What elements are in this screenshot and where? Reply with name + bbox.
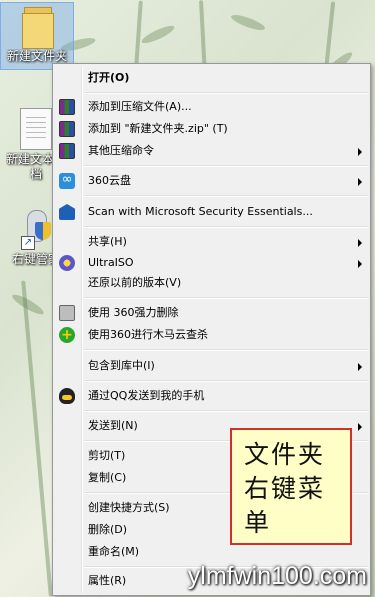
submenu-arrow-icon <box>358 363 362 371</box>
menu-item-label: 删除(D) <box>88 523 128 536</box>
menu-item-label: 使用 360强力删除 <box>88 306 179 319</box>
submenu-arrow-icon <box>358 239 362 247</box>
menu-item-label: 添加到 "新建文件夹.zip" (T) <box>88 122 228 135</box>
menu-item-label: 复制(C) <box>88 471 127 484</box>
submenu-arrow-icon <box>358 423 362 431</box>
ultraiso-icon <box>59 255 75 271</box>
menu-item-label: 打开(O) <box>88 71 130 84</box>
security-icon <box>59 204 75 220</box>
winrar-icon <box>59 99 75 115</box>
menu-item-label: 发送到(N) <box>88 419 138 432</box>
menu-separator <box>84 195 368 197</box>
menu-separator <box>84 226 368 228</box>
menu-item-label: 包含到库中(I) <box>88 359 155 372</box>
qq-icon <box>59 388 75 404</box>
menu-item-send-via-qq[interactable]: 通过QQ发送到我的手机 <box>55 385 368 407</box>
menu-separator <box>84 297 368 299</box>
mouse-shield-icon: ↗ <box>21 210 51 250</box>
menu-item-label: 剪切(T) <box>88 449 126 462</box>
menu-item-label: 其他压缩命令 <box>88 144 154 157</box>
menu-item-360-force-delete[interactable]: 使用 360强力删除 <box>55 302 368 324</box>
menu-item-add-to-zip[interactable]: 添加到 "新建文件夹.zip" (T) <box>55 118 368 140</box>
annotation-callout: 文件夹右键菜单 <box>230 428 352 545</box>
menu-item-label: 360云盘 <box>88 174 131 187</box>
watermark: ylmfwin100.com <box>187 562 367 590</box>
menu-item-ultraiso[interactable]: UltraISO <box>55 252 368 274</box>
360-antivirus-icon <box>59 324 75 346</box>
winrar-icon <box>59 121 75 137</box>
submenu-arrow-icon <box>358 260 362 268</box>
menu-item-label: Scan with Microsoft Security Essentials.… <box>88 205 313 218</box>
menu-separator <box>84 410 368 412</box>
menu-separator <box>84 349 368 351</box>
menu-item-label: 共享(H) <box>88 235 127 248</box>
menu-item-label: 使用360进行木马云查杀 <box>88 328 208 341</box>
menu-item-open[interactable]: 打开(O) <box>55 67 368 89</box>
menu-item-restore-previous[interactable]: 还原以前的版本(V) <box>55 272 368 294</box>
shredder-icon <box>59 305 75 321</box>
menu-item-include-in-library[interactable]: 包含到库中(I) <box>55 355 368 377</box>
cloud-icon <box>59 169 75 191</box>
menu-item-label: 创建快捷方式(S) <box>88 501 170 514</box>
text-document-icon <box>20 108 52 150</box>
menu-item-add-to-archive[interactable]: 添加到压缩文件(A)... <box>55 96 368 118</box>
desktop-icon-new-folder[interactable]: 新建文件夹 <box>0 2 74 70</box>
menu-separator <box>84 92 368 94</box>
submenu-arrow-icon <box>358 178 362 186</box>
menu-item-360-cloud[interactable]: 360云盘 <box>55 169 368 192</box>
folder-icon <box>20 3 54 49</box>
menu-item-label: 通过QQ发送到我的手机 <box>88 389 205 402</box>
winrar-icon <box>59 143 75 159</box>
menu-item-label: 还原以前的版本(V) <box>88 276 182 289</box>
menu-item-share[interactable]: 共享(H) <box>55 231 368 253</box>
menu-separator <box>84 165 368 167</box>
submenu-arrow-icon <box>358 148 362 156</box>
menu-item-label: UltraISO <box>88 256 134 269</box>
menu-item-label: 添加到压缩文件(A)... <box>88 100 192 113</box>
menu-separator <box>84 380 368 382</box>
menu-item-scan-mse[interactable]: Scan with Microsoft Security Essentials.… <box>55 201 368 223</box>
menu-item-label: 重命名(M) <box>88 545 140 558</box>
menu-item-360-trojan-scan[interactable]: 使用360进行木马云查杀 <box>55 324 368 346</box>
menu-item-label: 属性(R) <box>88 574 127 587</box>
menu-item-other-compress[interactable]: 其他压缩命令 <box>55 140 368 162</box>
desktop-icon-label: 新建文件夹 <box>6 49 67 63</box>
